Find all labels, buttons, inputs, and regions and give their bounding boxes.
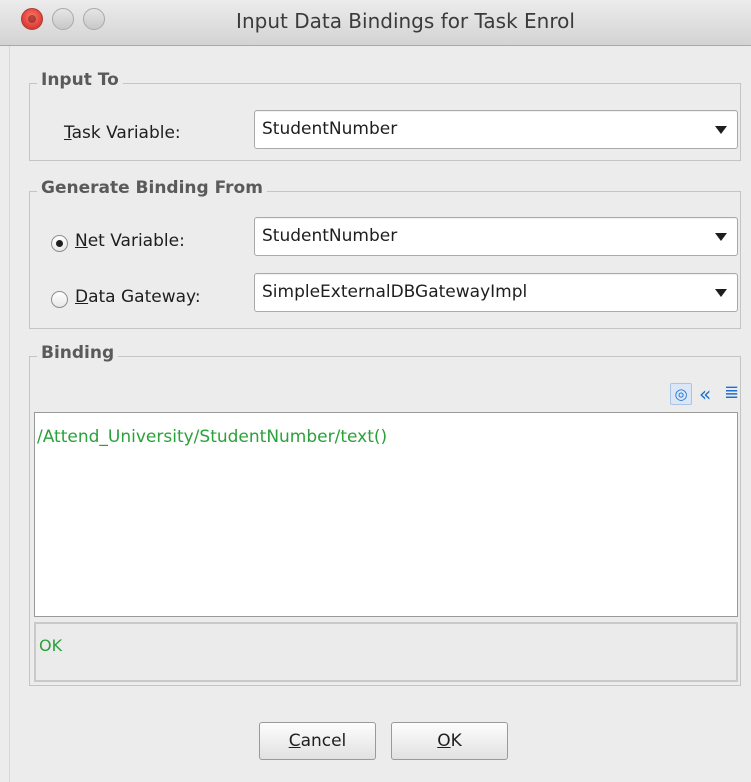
task-variable-label-text: ask Variable: [71,123,181,143]
data-gateway-value: SimpleExternalDBGatewayImpl [262,282,528,302]
input-to-legend: Input To [37,70,123,90]
chevron-down-icon [715,233,727,241]
task-variable-label: Task Variable: [64,123,181,143]
net-variable-value: StudentNumber [262,226,398,246]
cancel-mnemonic: C [288,731,301,751]
ok-label-text: K [450,731,462,751]
net-variable-label[interactable]: Net Variable: [75,231,185,251]
data-gateway-label[interactable]: Data Gateway: [75,287,201,307]
chevron-down-icon [715,289,727,297]
task-variable-mnemonic: T [64,123,72,143]
task-variable-value: StudentNumber [262,119,398,139]
task-variable-select[interactable]: StudentNumber [254,110,738,149]
cancel-button[interactable]: Cancel [259,722,376,760]
generate-binding-from-legend: Generate Binding From [37,178,267,198]
window-left-edge [0,46,10,782]
target-icon[interactable]: ◎ [670,383,692,405]
ok-mnemonic: O [437,731,451,751]
validation-status-panel: OK [34,622,738,682]
data-gateway-radio[interactable] [51,291,68,308]
data-gateway-label-text: ata Gateway: [88,287,201,307]
data-gateway-select[interactable]: SimpleExternalDBGatewayImpl [254,273,738,312]
binding-expression-editor[interactable]: /Attend_University/StudentNumber/text() [34,412,738,617]
binding-expression-text: /Attend_University/StudentNumber/text() [37,427,388,447]
align-lines-icon[interactable]: ≣ [724,384,739,402]
collapse-double-left-icon[interactable]: « [699,384,711,404]
cancel-label-text: ancel [300,731,347,751]
binding-legend: Binding [37,343,119,363]
net-variable-label-text: et Variable: [87,231,185,251]
window-title: Input Data Bindings for Task Enrol [236,9,575,33]
title-bar: Input Data Bindings for Task Enrol [0,0,751,46]
ok-button[interactable]: OK [391,722,508,760]
data-gateway-mnemonic: D [75,287,89,307]
chevron-down-icon [715,126,727,134]
validation-status-text: OK [39,636,63,655]
net-variable-select[interactable]: StudentNumber [254,217,738,256]
net-variable-mnemonic: N [75,231,88,251]
net-variable-radio[interactable] [51,235,68,252]
